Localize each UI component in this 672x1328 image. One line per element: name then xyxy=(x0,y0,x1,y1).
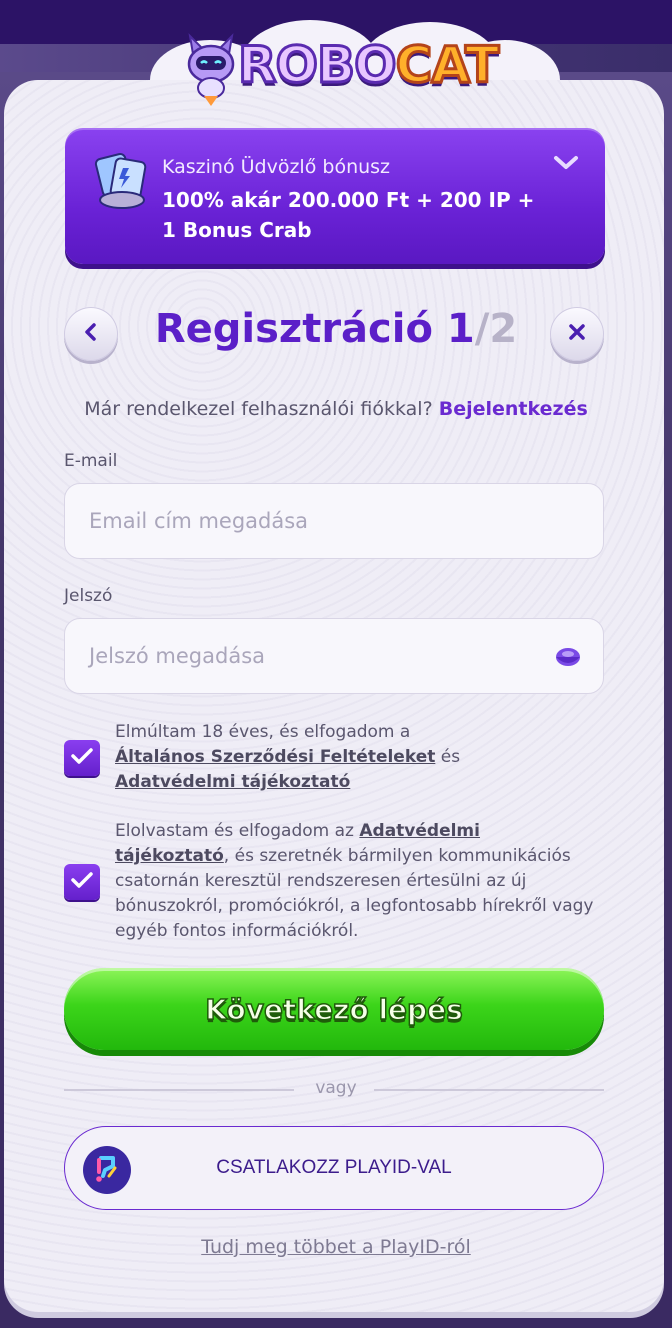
or-divider-text: vagy xyxy=(315,1078,357,1098)
bonus-cards-icon xyxy=(91,150,153,212)
age-terms-checkbox[interactable] xyxy=(64,740,100,776)
email-label: E-mail xyxy=(64,451,118,471)
marketing-consent-text: Elolvastam és elfogadom az Adatvédelmi t… xyxy=(115,819,595,944)
terms-link[interactable]: Általános Szerződési Feltételeket xyxy=(115,747,435,767)
privacy-link[interactable]: Adatvédelmi tájékoztató xyxy=(115,772,350,792)
close-button[interactable] xyxy=(550,307,604,361)
email-field[interactable]: Email cím megadása xyxy=(64,483,604,559)
learn-more-playid-link[interactable]: Tudj meg többet a PlayID-ról xyxy=(0,1236,672,1258)
robot-cat-mascot-icon xyxy=(180,30,242,106)
checkmark-icon xyxy=(70,871,94,893)
playid-logo-icon xyxy=(83,1146,131,1194)
next-step-button[interactable]: Következő lépés xyxy=(64,968,604,1050)
chevron-down-icon[interactable] xyxy=(553,154,579,172)
and-text: és xyxy=(440,747,461,767)
password-placeholder: Jelszó megadása xyxy=(89,644,266,668)
bonus-title: Kaszinó Üdvözlő bónusz xyxy=(162,156,391,178)
eye-icon[interactable] xyxy=(555,645,581,669)
password-field[interactable]: Jelszó megadása xyxy=(64,618,604,694)
email-placeholder: Email cím megadása xyxy=(89,509,309,533)
bonus-offer-line1: 100% akár 200.000 Ft + 200 IP + xyxy=(162,188,535,212)
login-prompt: Már rendelkezel felhasználói fiókkal? Be… xyxy=(0,398,672,420)
playid-button-label: CSATLAKOZZ PLAYID-VAL xyxy=(216,1157,452,1178)
age-terms-text: Elmúltam 18 éves, és elfogadom a Általán… xyxy=(115,720,595,795)
close-icon xyxy=(567,322,587,346)
login-prompt-text: Már rendelkezel felhasználói fiókkal? xyxy=(84,398,433,420)
divider-line-right xyxy=(374,1089,604,1091)
welcome-bonus-banner[interactable]: Kaszinó Üdvözlő bónusz 100% akár 200.000… xyxy=(65,128,605,264)
marketing-consent-label: Elolvastam és elfogadom az xyxy=(115,821,354,841)
playid-button[interactable]: CSATLAKOZZ PLAYID-VAL xyxy=(64,1126,604,1210)
checkmark-icon xyxy=(70,747,94,769)
robocat-logo: ROBOCAT xyxy=(180,24,505,106)
bonus-offer-line2: 1 Bonus Crab xyxy=(162,218,312,242)
logo-wordmark: ROBOCAT xyxy=(237,35,501,96)
login-link[interactable]: Bejelentkezés xyxy=(439,398,588,420)
marketing-consent-checkbox[interactable] xyxy=(64,864,100,900)
age-terms-label: Elmúltam 18 éves, és elfogadom a xyxy=(115,722,411,742)
password-label: Jelszó xyxy=(64,586,113,606)
